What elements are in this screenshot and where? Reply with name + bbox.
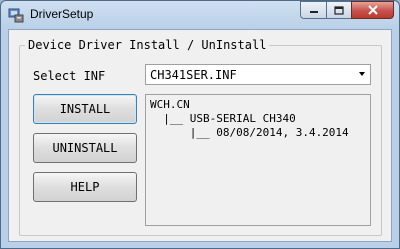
dialog-client-area: Device Driver Install / UnInstall Select… xyxy=(8,29,392,242)
groupbox-title: Device Driver Install / UnInstall xyxy=(25,38,270,52)
install-button[interactable]: INSTALL xyxy=(33,94,137,124)
driver-info-text: WCH.CN |__ USB-SERIAL CH340 |__ 08/08/20… xyxy=(150,98,349,140)
maximize-button[interactable] xyxy=(326,1,351,19)
info-line-vendor: WCH.CN xyxy=(150,98,190,111)
caption-buttons xyxy=(300,1,394,20)
minimize-button[interactable] xyxy=(300,1,326,19)
close-icon xyxy=(367,5,378,15)
inf-select-combobox[interactable]: CH341SER.INF xyxy=(145,64,371,85)
help-button[interactable]: HELP xyxy=(33,172,137,202)
info-line-version: |__ 08/08/2014, 3.4.2014 xyxy=(150,126,349,139)
driver-info-panel: WCH.CN |__ USB-SERIAL CH340 |__ 08/08/20… xyxy=(145,94,371,226)
close-button[interactable] xyxy=(351,1,394,19)
uninstall-button[interactable]: UNINSTALL xyxy=(33,133,137,163)
info-line-device: |__ USB-SERIAL CH340 xyxy=(150,112,296,125)
select-inf-label: Select INF xyxy=(33,69,106,83)
driver-setup-app-icon xyxy=(8,8,24,23)
minimize-icon xyxy=(309,11,318,13)
window-title: DriverSetup xyxy=(30,7,94,21)
driver-setup-window: DriverSetup Device Driver Install / UnIn… xyxy=(0,0,400,249)
title-bar[interactable]: DriverSetup xyxy=(1,1,399,29)
maximize-icon xyxy=(334,5,344,15)
dropdown-arrow-icon[interactable] xyxy=(359,72,365,76)
inf-selected-value: CH341SER.INF xyxy=(150,68,237,82)
